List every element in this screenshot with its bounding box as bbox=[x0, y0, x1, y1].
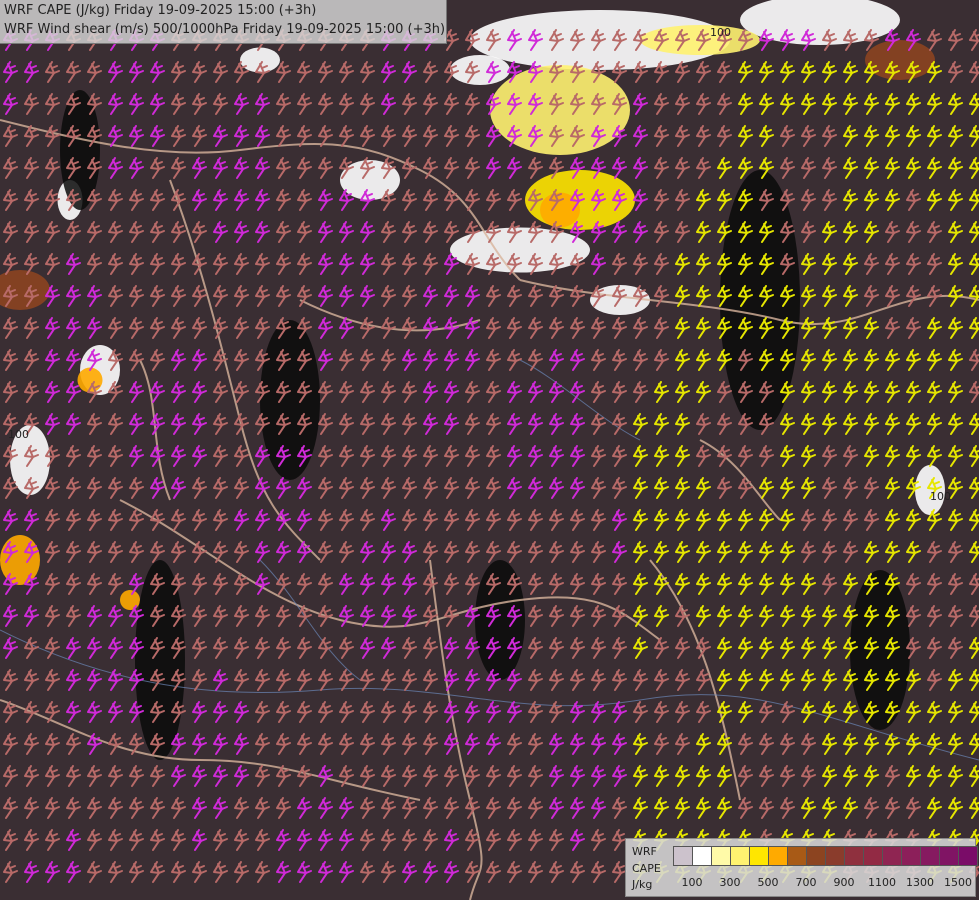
legend-swatch bbox=[673, 846, 693, 866]
legend-swatch bbox=[730, 846, 750, 866]
low-cape-patch bbox=[850, 570, 910, 730]
cape-patch bbox=[0, 535, 40, 585]
legend-swatch bbox=[711, 846, 731, 866]
legend-tick: 300 bbox=[719, 876, 741, 889]
legend-unit-label: J/kg bbox=[632, 878, 653, 891]
legend-swatch bbox=[920, 846, 940, 866]
legend-tick-labels: 100 300 500 700 900 1100 1300 1500 bbox=[673, 876, 973, 890]
legend-tick: 700 bbox=[795, 876, 817, 889]
legend-swatch bbox=[806, 846, 826, 866]
legend-swatch bbox=[901, 846, 921, 866]
cape-title: WRF CAPE (J/kg) Friday 19-09-2025 15:00 … bbox=[4, 3, 317, 18]
legend-color-scale bbox=[673, 846, 978, 866]
contour-label: 100 bbox=[8, 428, 29, 441]
contour-label: 100 bbox=[710, 26, 731, 39]
legend-tick: 900 bbox=[833, 876, 855, 889]
contour-label: 100 bbox=[930, 490, 951, 503]
legend-tick: 1100 bbox=[868, 876, 896, 889]
legend-swatch bbox=[844, 846, 864, 866]
legend-tick: 500 bbox=[757, 876, 779, 889]
map-title-box: WRF CAPE (J/kg) Friday 19-09-2025 15:00 … bbox=[0, 0, 447, 44]
legend-swatch bbox=[749, 846, 769, 866]
legend-swatch bbox=[787, 846, 807, 866]
map-canvas: 100 100 100 bbox=[0, 0, 979, 900]
legend-tick: 1500 bbox=[944, 876, 972, 889]
legend-tick: 100 bbox=[681, 876, 703, 889]
cape-patch bbox=[450, 227, 590, 273]
legend-tick: 1300 bbox=[906, 876, 934, 889]
shear-title: WRF Wind shear (m/s) 500/1000hPa Friday … bbox=[4, 22, 446, 37]
legend-swatch bbox=[825, 846, 845, 866]
legend-swatch bbox=[692, 846, 712, 866]
legend-swatch bbox=[939, 846, 959, 866]
legend-swatch bbox=[958, 846, 978, 866]
cape-legend: WRF CAPE J/kg 100 300 500 700 900 1100 1300 150… bbox=[625, 838, 978, 897]
cape-patch bbox=[240, 47, 280, 73]
legend-swatch bbox=[863, 846, 883, 866]
cape-patch bbox=[120, 590, 140, 610]
legend-model-label: WRF bbox=[632, 845, 657, 858]
cape-patch bbox=[490, 65, 630, 155]
legend-swatch bbox=[882, 846, 902, 866]
cape-patch bbox=[450, 55, 510, 85]
cape-patch bbox=[865, 40, 935, 80]
legend-swatch bbox=[768, 846, 788, 866]
legend-field-label: CAPE bbox=[632, 862, 661, 875]
weather-map: 100 100 100 WRF CAPE (J/kg) Friday 19-09-2… bbox=[0, 0, 979, 900]
